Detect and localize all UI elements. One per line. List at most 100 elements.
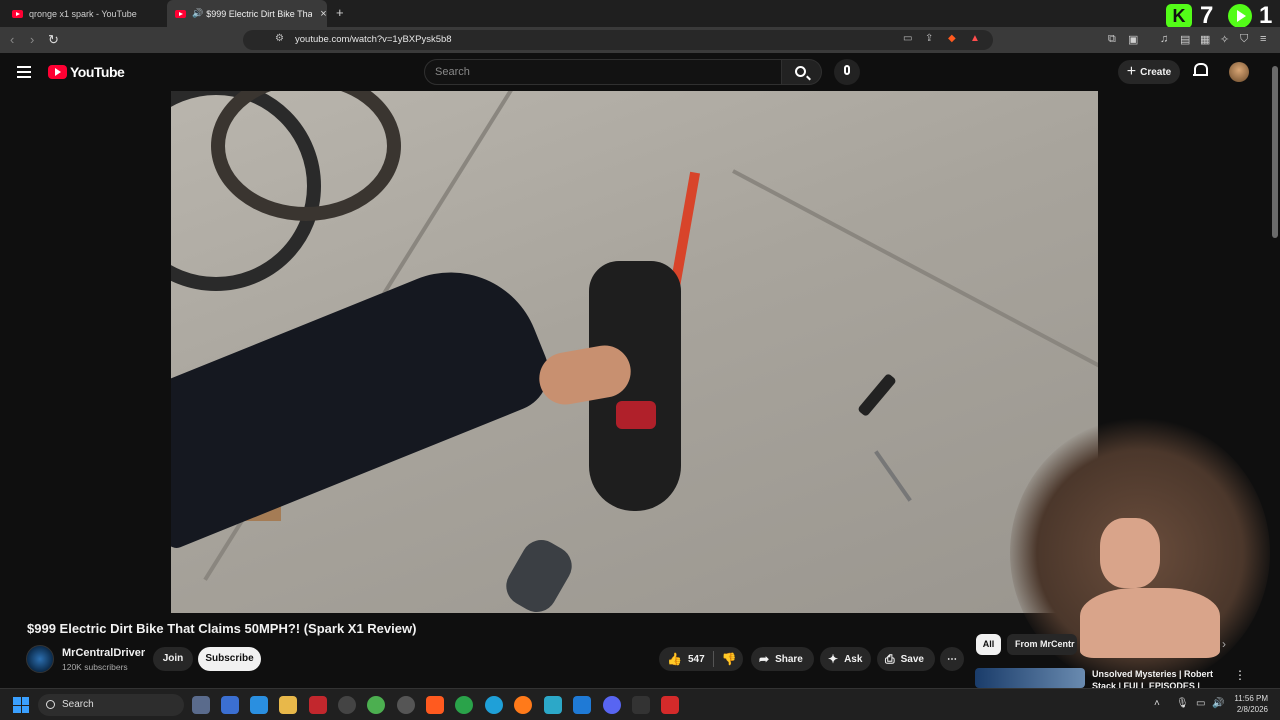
arm (171, 245, 561, 552)
plus-icon: + (1126, 63, 1137, 80)
youtube-header: YouTube Search + Create (0, 53, 1280, 91)
subscriber-count: 120K subscribers (62, 662, 128, 672)
youtube-play-logo-icon (48, 65, 67, 79)
vpn-icon[interactable]: ⛉ (1240, 33, 1248, 46)
screenshot-icon[interactable]: ▣ (1128, 33, 1138, 46)
tab-youtube-search[interactable]: qronge x1 spark - YouTube (6, 0, 162, 27)
edge-icon[interactable] (485, 696, 503, 714)
youtube-logo[interactable]: YouTube (48, 64, 125, 80)
reload-icon[interactable]: ↻ (48, 32, 59, 48)
voice-search-button[interactable] (834, 59, 860, 85)
tab-title: $999 Electric Dirt Bike That Cl (206, 8, 313, 19)
tab-current-video[interactable]: 🔊 $999 Electric Dirt Bike That Cl × (167, 0, 327, 27)
windows-start-icon[interactable] (13, 697, 29, 713)
search-placeholder: Search (435, 66, 470, 78)
chrome-icon[interactable] (455, 696, 473, 714)
tool (856, 372, 898, 418)
thumbs-down-icon[interactable]: 👎 (722, 652, 737, 666)
brave-shield-icon[interactable]: ◆ (948, 33, 956, 44)
recommendation-title[interactable]: Unsolved Mysteries | Robert Stack | FULL… (1092, 668, 1220, 688)
file-explorer-icon[interactable] (279, 696, 297, 714)
brave-rewards-icon[interactable]: ▲ (970, 33, 980, 44)
microphone-tray-icon[interactable]: 🎙 (1176, 698, 1189, 709)
forward-icon[interactable]: › (30, 32, 34, 47)
task-view-icon[interactable] (192, 696, 210, 714)
network-icon[interactable]: ▭ (1196, 698, 1205, 709)
recommendation-thumbnail[interactable] (975, 668, 1085, 688)
channel-avatar[interactable] (26, 645, 54, 673)
app-icon[interactable] (661, 696, 679, 714)
share-page-icon[interactable]: ⇪ (925, 33, 933, 44)
search-button[interactable] (782, 59, 822, 85)
join-button[interactable]: Join (153, 647, 193, 671)
wallet-icon[interactable]: ▦ (1200, 33, 1210, 46)
divider (712, 651, 714, 667)
firefox-icon[interactable] (514, 696, 532, 714)
floor-joint (732, 169, 1098, 502)
like-dislike-group: 👍 547 👎 (659, 647, 743, 671)
sparkle-icon: ✦ (828, 652, 839, 666)
sidebar-toggle-icon[interactable]: ▤ (1180, 33, 1190, 46)
subscribe-button[interactable]: Subscribe (198, 647, 261, 671)
volume-icon[interactable]: 🔊 (1212, 698, 1224, 709)
chip-all[interactable]: All (976, 634, 1001, 655)
vscode-icon[interactable] (573, 696, 591, 714)
notifications-bell-icon[interactable] (1193, 63, 1208, 79)
account-avatar[interactable] (1229, 62, 1249, 82)
overlay-count: 1 (1259, 2, 1273, 29)
app-icon[interactable] (632, 696, 650, 714)
kebab-menu-icon[interactable]: ⋮ (1234, 668, 1246, 682)
ask-button[interactable]: ✦ Ask (820, 647, 871, 671)
new-tab-button[interactable]: + (336, 5, 344, 20)
close-tab-icon[interactable]: × (320, 8, 326, 20)
share-button[interactable]: ➦ Share (751, 647, 814, 671)
video-title: $999 Electric Dirt Bike That Claims 50MP… (27, 621, 417, 636)
app-icon[interactable] (309, 696, 327, 714)
site-info-icon[interactable]: ⚙ (275, 33, 284, 44)
microphone-icon (844, 65, 850, 75)
app-icon[interactable] (367, 696, 385, 714)
more-actions-button[interactable]: ⋯ (940, 647, 964, 671)
app-icon[interactable] (544, 696, 562, 714)
search-input[interactable]: Search (424, 59, 782, 85)
shoe (498, 532, 580, 613)
speaker-icon: 🔊 (192, 8, 204, 18)
windows-taskbar: Search ˄ 🎙 ▭ 🔊 11:56 PM 2/8/2026 (0, 688, 1280, 720)
app-icon[interactable] (221, 696, 239, 714)
leo-ai-icon[interactable]: ✧ (1220, 33, 1229, 46)
hamburger-menu-icon[interactable] (17, 66, 31, 78)
save-button[interactable]: ⎙ Save (877, 647, 935, 671)
bike-taillight (616, 401, 656, 429)
bookmark-save-icon: ⎙ (885, 651, 895, 666)
extensions-icon[interactable]: ⧉ (1108, 33, 1116, 46)
show-hidden-icons-icon[interactable]: ˄ (1154, 698, 1160, 709)
brave-browser-icon[interactable] (426, 696, 444, 714)
clock-date: 2/8/2026 (1236, 705, 1268, 714)
discord-icon[interactable] (603, 696, 621, 714)
share-label: Share (775, 653, 803, 665)
taskbar-search[interactable]: Search (38, 694, 184, 716)
app-icon[interactable] (250, 696, 268, 714)
video-player[interactable] (171, 91, 1098, 613)
youtube-favicon-icon (175, 9, 186, 18)
tab-title: qronge x1 spark - YouTube (29, 8, 137, 19)
cast-icon[interactable]: ▭ (903, 33, 912, 44)
app-icon[interactable] (397, 696, 415, 714)
thumbs-up-icon[interactable]: 👍 (667, 652, 682, 666)
browser-menu-icon[interactable]: ≡ (1260, 33, 1266, 45)
kick-logo-icon: K (1166, 4, 1192, 28)
screwdriver (874, 450, 912, 502)
music-icon[interactable]: ♫ (1160, 33, 1168, 45)
scrollbar-thumb[interactable] (1272, 66, 1278, 238)
browser-tab-bar: qronge x1 spark - YouTube 🔊 $999 Electri… (0, 0, 1280, 29)
chevron-right-icon[interactable]: › (1222, 637, 1226, 651)
system-clock[interactable]: 11:56 PM 2/8/2026 (1228, 693, 1268, 715)
channel-name[interactable]: MrCentralDriver (62, 647, 145, 659)
chip-from-channel[interactable]: From MrCentr (1007, 634, 1077, 655)
like-count[interactable]: 547 (688, 654, 705, 665)
create-button[interactable]: + Create (1118, 60, 1180, 84)
ask-label: Ask (844, 653, 863, 665)
app-icon[interactable] (338, 696, 356, 714)
url-field[interactable]: ⚙ youtube.com/watch?v=1yBXPysk5b8 ▭ ⇪ ◆ … (243, 30, 993, 50)
back-icon[interactable]: ‹ (10, 32, 14, 47)
